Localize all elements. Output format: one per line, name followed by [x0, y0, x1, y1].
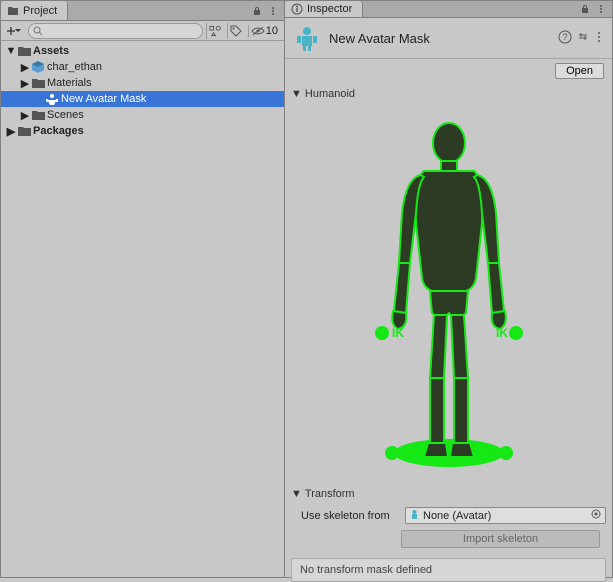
avatar-mask-icon [293, 24, 321, 52]
kebab-icon[interactable] [594, 30, 604, 47]
tree-label: Scenes [47, 109, 84, 121]
foldout-open-icon[interactable]: ▼ [5, 45, 17, 57]
folder-icon [31, 108, 45, 122]
folder-icon [7, 5, 19, 17]
foldout-open-icon: ▼ [291, 488, 302, 500]
preset-icon[interactable] [576, 30, 590, 47]
info-icon [291, 3, 303, 15]
asset-title: New Avatar Mask [329, 31, 550, 46]
humanoid-section-header[interactable]: ▼ Humanoid [285, 85, 612, 103]
use-skeleton-label: Use skeleton from [301, 510, 399, 522]
tree-label: New Avatar Mask [61, 93, 146, 105]
ik-label: IK [402, 446, 414, 460]
tree-item-packages[interactable]: ▶ Packages [1, 123, 284, 139]
svg-text:?: ? [562, 32, 567, 42]
tree-label: char_ethan [47, 61, 102, 73]
transform-section-header[interactable]: ▼ Transform [285, 485, 612, 503]
search-icon [33, 26, 43, 36]
project-tree[interactable]: ▼ Assets ▶ char_ethan ▶ Materials New Av… [1, 41, 284, 577]
avatar-mini-icon [409, 509, 420, 523]
foldout-closed-icon[interactable]: ▶ [19, 77, 31, 90]
tree-item-materials[interactable]: ▶ Materials [1, 75, 284, 91]
foldout-open-icon: ▼ [291, 88, 302, 100]
search-input[interactable] [28, 23, 203, 39]
ik-label: IK [496, 326, 508, 340]
add-button[interactable] [5, 23, 25, 39]
filter-by-label-icon[interactable] [227, 23, 245, 39]
kebab-icon[interactable] [594, 2, 608, 16]
tree-label: Materials [47, 77, 92, 89]
foldout-closed-icon[interactable]: ▶ [19, 109, 31, 122]
ik-label: IK [486, 446, 498, 460]
inspector-tab-label: Inspector [307, 3, 352, 15]
tree-item-assets[interactable]: ▼ Assets [1, 43, 284, 59]
avatar-field-value: None (Avatar) [423, 510, 491, 522]
project-tab-label: Project [23, 5, 57, 17]
humanoid-diagram[interactable]: IK IK IK IK [285, 103, 612, 485]
foldout-closed-icon[interactable]: ▶ [19, 61, 31, 74]
tree-item-char-ethan[interactable]: ▶ char_ethan [1, 59, 284, 75]
project-tab-bar: Project [1, 1, 284, 21]
hidden-count-label: 10 [266, 25, 278, 37]
folder-icon [17, 124, 31, 138]
tree-item-scenes[interactable]: ▶ Scenes [1, 107, 284, 123]
eye-off-icon [251, 26, 265, 36]
inspector-tab[interactable]: Inspector [285, 1, 363, 17]
tree-item-avatar-mask[interactable]: New Avatar Mask [1, 91, 284, 107]
prefab-icon [31, 60, 45, 74]
object-picker-icon[interactable] [590, 508, 602, 523]
import-skeleton-button: Import skeleton [401, 530, 600, 548]
project-toolbar: 10 [1, 21, 284, 41]
kebab-icon[interactable] [266, 4, 280, 18]
avatar-object-field[interactable]: None (Avatar) [405, 507, 606, 524]
inspector-asset-header: New Avatar Mask ? [285, 18, 612, 59]
lock-icon[interactable] [250, 4, 264, 18]
folder-icon [17, 44, 31, 58]
humanoid-label: Humanoid [305, 88, 355, 100]
transform-label: Transform [305, 488, 355, 500]
tree-label: Assets [33, 45, 69, 57]
foldout-closed-icon[interactable]: ▶ [5, 125, 17, 138]
tree-label: Packages [33, 125, 84, 137]
avatar-mask-icon [45, 92, 59, 106]
hidden-items-toggle[interactable]: 10 [248, 25, 280, 37]
help-icon[interactable]: ? [558, 30, 572, 47]
project-tab[interactable]: Project [1, 1, 68, 20]
ik-label: IK [392, 326, 404, 340]
no-mask-message: No transform mask defined [291, 558, 606, 582]
lock-icon[interactable] [578, 2, 592, 16]
folder-icon [31, 76, 45, 90]
inspector-tab-bar: Inspector [285, 1, 612, 18]
filter-by-type-icon[interactable] [206, 23, 224, 39]
open-button[interactable]: Open [555, 63, 604, 79]
